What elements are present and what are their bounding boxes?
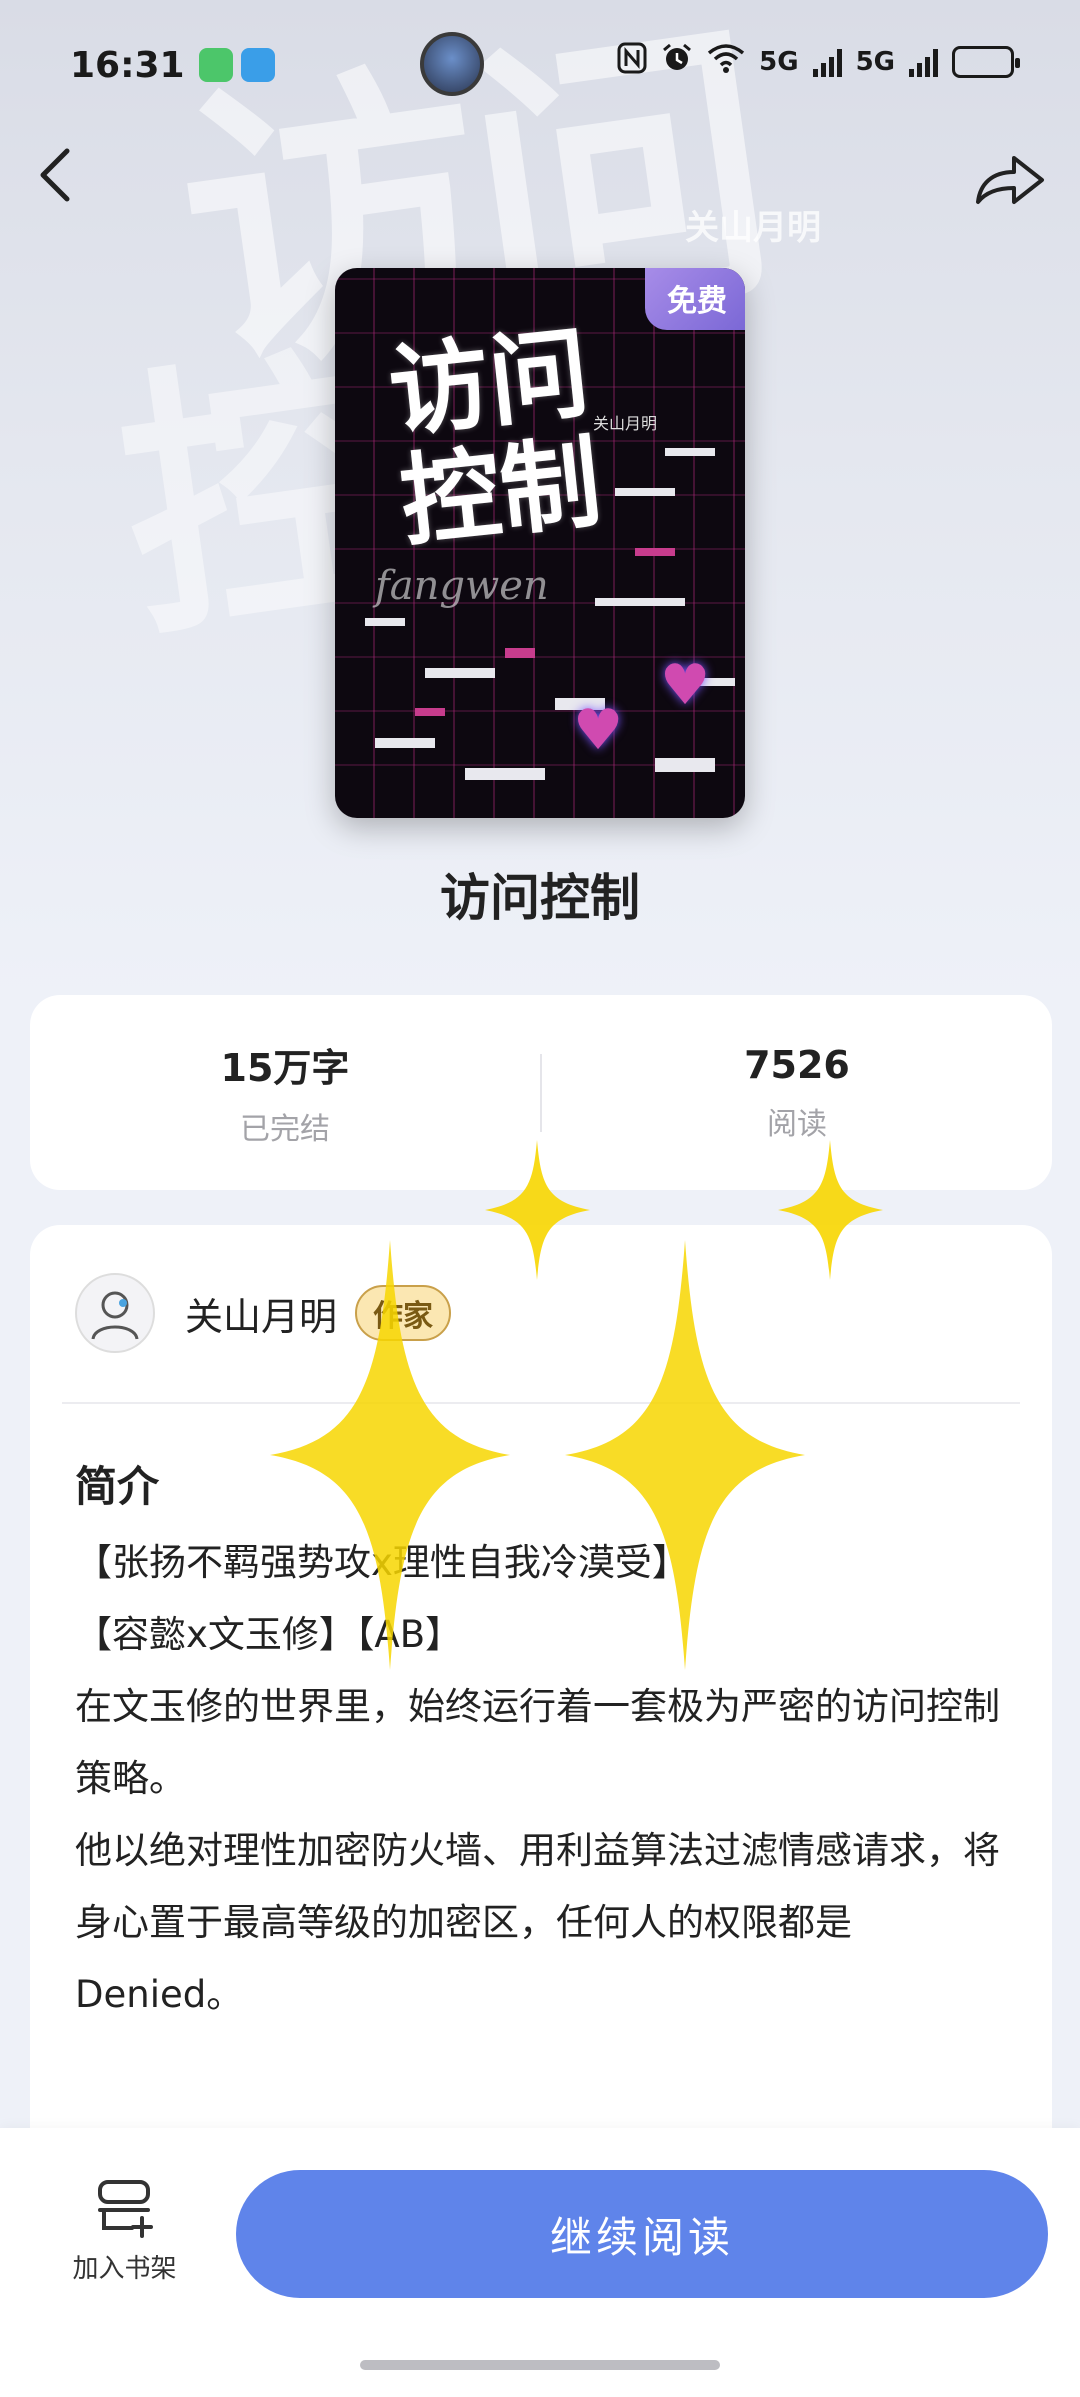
nfc-icon: [617, 42, 647, 81]
shopping-app-icon: [240, 48, 275, 82]
back-button[interactable]: [20, 135, 90, 215]
stat-label: 阅读: [767, 1106, 827, 1142]
heart-icon: ♥: [660, 653, 711, 718]
stat-label: 已完结: [240, 1112, 330, 1147]
bookshelf-add-icon: [97, 2180, 153, 2238]
intro-heading: 简介: [75, 1462, 160, 1511]
bottom-action-bar: 加入书架 继续阅读: [0, 2128, 1080, 2397]
stats-card: 15万字 已完结 7526 阅读: [30, 995, 1052, 1190]
network-label-1: 5G: [759, 46, 799, 77]
free-badge: 免费: [645, 268, 745, 330]
divider: [62, 1402, 1020, 1404]
network-label-2: 5G: [855, 46, 895, 77]
status-icons: 5G 5G: [617, 42, 1020, 81]
author-badge: 作家: [355, 1285, 452, 1341]
chevron-left-icon: [40, 148, 70, 202]
avatar[interactable]: [75, 1273, 155, 1353]
wifi-icon: [707, 43, 745, 80]
author-avatar-icon: [91, 1291, 139, 1340]
stat-value: 15万字: [220, 1046, 350, 1090]
intro-paragraph: 【容懿x文玉修】【AB】: [75, 1613, 463, 1656]
signal-strength-icon-2: [909, 47, 938, 77]
status-time: 16:31: [70, 44, 185, 86]
floating-media-icon[interactable]: [420, 32, 484, 96]
signal-strength-icon-1: [812, 47, 842, 77]
book-cover[interactable]: 访问 控制 关山月明 fangwen ♥ ♥ 免费: [335, 268, 745, 818]
intro-paragraph: 他以绝对理性加密防火墙、用利益算法过滤情感请求，将身心置于最高等级的加密区，任何…: [75, 1829, 1000, 2016]
continue-reading-button[interactable]: 继续阅读: [236, 2170, 1048, 2298]
cover-title-line-2: 控制: [395, 423, 607, 561]
intro-paragraph: 【张扬不羁强势攻x理性自我冷漠受】: [75, 1541, 689, 1584]
stat-read-count: 7526 阅读: [542, 1043, 1052, 1143]
intro-paragraph: 在文玉修的世界里，始终运行着一套极为严密的访问控制策略。: [75, 1685, 1000, 1800]
background-author-watermark: 关山月明: [685, 208, 821, 248]
book-title: 访问控制: [440, 869, 640, 927]
author-name[interactable]: 关山月明: [185, 1286, 337, 1341]
intro-body: 【张扬不羁强势攻x理性自我冷漠受】 【容懿x文玉修】【AB】 在文玉修的世界里，…: [75, 1527, 1015, 2031]
author-row[interactable]: 关山月明 作家: [75, 1273, 452, 1353]
heart-icon: ♥: [573, 698, 624, 763]
alarm-icon: [661, 42, 693, 81]
share-button[interactable]: [970, 140, 1050, 220]
cover-author: 关山月明: [593, 414, 658, 433]
stat-word-count: 15万字 已完结: [30, 1037, 540, 1148]
add-to-shelf-label: 加入书架: [72, 2254, 177, 2284]
book-detail-card: 关山月明 作家 简介 【张扬不羁强势攻x理性自我冷漠受】 【容懿x文玉修】【AB…: [30, 1225, 1052, 2225]
cover-title: 访问 控制: [384, 314, 607, 561]
battery-icon: [952, 45, 1020, 78]
stat-value: 7526: [744, 1042, 850, 1087]
add-to-shelf-button[interactable]: 加入书架: [62, 2176, 187, 2285]
share-arrow-icon: [976, 156, 1044, 204]
cover-script-text: fangwen: [375, 563, 549, 609]
home-indicator[interactable]: [360, 2360, 720, 2370]
iqiyi-app-icon: [198, 48, 233, 82]
